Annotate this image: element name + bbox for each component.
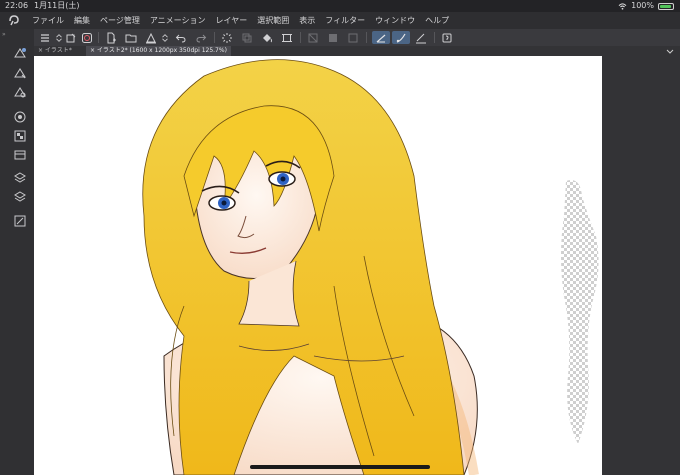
menu-items: ファイル 編集 ページ管理 アニメーション レイヤー 選択範囲 表示 フィルター ウィンドウ ヘル… [32,12,449,29]
pen-stabilize-icon[interactable] [372,31,390,44]
clear-icon[interactable] [306,31,320,44]
canvas-area[interactable] [34,56,680,475]
document-tab-bar: × イラスト* × イラスト2* (1600 x 1200px 350dpi 1… [34,46,680,56]
new-page-icon[interactable] [104,31,118,44]
frame-icon[interactable] [346,31,360,44]
updown-icon[interactable] [160,31,170,44]
layer-property-icon[interactable] [13,45,27,59]
menu-item-7[interactable]: フィルター [325,12,365,29]
chevron-down-icon[interactable] [666,47,674,55]
wifi-icon [618,2,627,10]
redo-icon[interactable] [194,31,208,44]
app-logo-icon[interactable] [8,15,20,26]
ios-status-bar: 22:06 1月11日(土) 100% [0,0,680,12]
menu-item-6[interactable]: 表示 [299,12,315,29]
brush-size-icon[interactable] [13,84,27,98]
menu-item-8[interactable]: ウィンドウ [375,12,415,29]
status-time: 22:06 [5,1,29,10]
battery-percent: 100% [631,1,654,10]
status-date: 1月11日(土) [34,1,80,10]
stepper-icon[interactable] [54,31,64,44]
material-icon[interactable] [13,147,27,161]
menu-item-9[interactable]: ヘルプ [425,12,449,29]
ruler-pen-icon[interactable] [414,31,428,44]
menu-item-1[interactable]: 編集 [74,12,90,29]
layer-search-icon[interactable] [13,170,27,184]
battery-icon [658,2,674,10]
home-indicator [250,465,430,469]
menu-item-5[interactable]: 選択範囲 [257,12,289,29]
tab-illust2[interactable]: × イラスト2* (1600 x 1200px 350dpi 125.7%) [86,46,231,56]
menu-item-4[interactable]: レイヤー [216,12,248,29]
color-circle-icon[interactable] [13,109,27,123]
menu-icon[interactable] [38,31,52,44]
crop-icon[interactable] [280,31,294,44]
menu-item-2[interactable]: ページ管理 [100,12,140,29]
brush-stabilize-icon[interactable] [392,31,410,44]
layer-icon[interactable] [13,189,27,203]
tool-property-icon[interactable] [13,65,27,79]
undo-icon[interactable] [174,31,188,44]
menu-bar: ファイル 編集 ページ管理 アニメーション レイヤー 選択範囲 表示 フィルター ウィンドウ ヘル… [0,12,680,29]
tab-illust[interactable]: × イラスト* [34,46,76,56]
quick-access-icon[interactable] [440,31,454,44]
gradient-icon[interactable] [326,31,340,44]
save-icon[interactable] [144,31,158,44]
command-toolbar [34,29,680,46]
menu-item-0[interactable]: ファイル [32,12,64,29]
status-right: 100% [618,0,674,12]
drawing-canvas[interactable] [34,56,602,475]
fill-icon[interactable] [260,31,274,44]
navigator-icon[interactable] [13,213,27,227]
left-command-bar: » [0,29,34,475]
menu-item-3[interactable]: アニメーション [150,12,206,29]
color-set-icon[interactable] [13,128,27,142]
transparency-shadow [561,180,599,444]
illustration-artwork [142,59,479,475]
new-file-icon[interactable] [64,31,78,44]
transform-icon[interactable] [240,31,254,44]
color-wheel-icon[interactable] [80,31,94,44]
expand-panel-icon[interactable]: » [2,31,6,38]
open-folder-icon[interactable] [124,31,138,44]
loading-icon[interactable] [220,31,234,44]
